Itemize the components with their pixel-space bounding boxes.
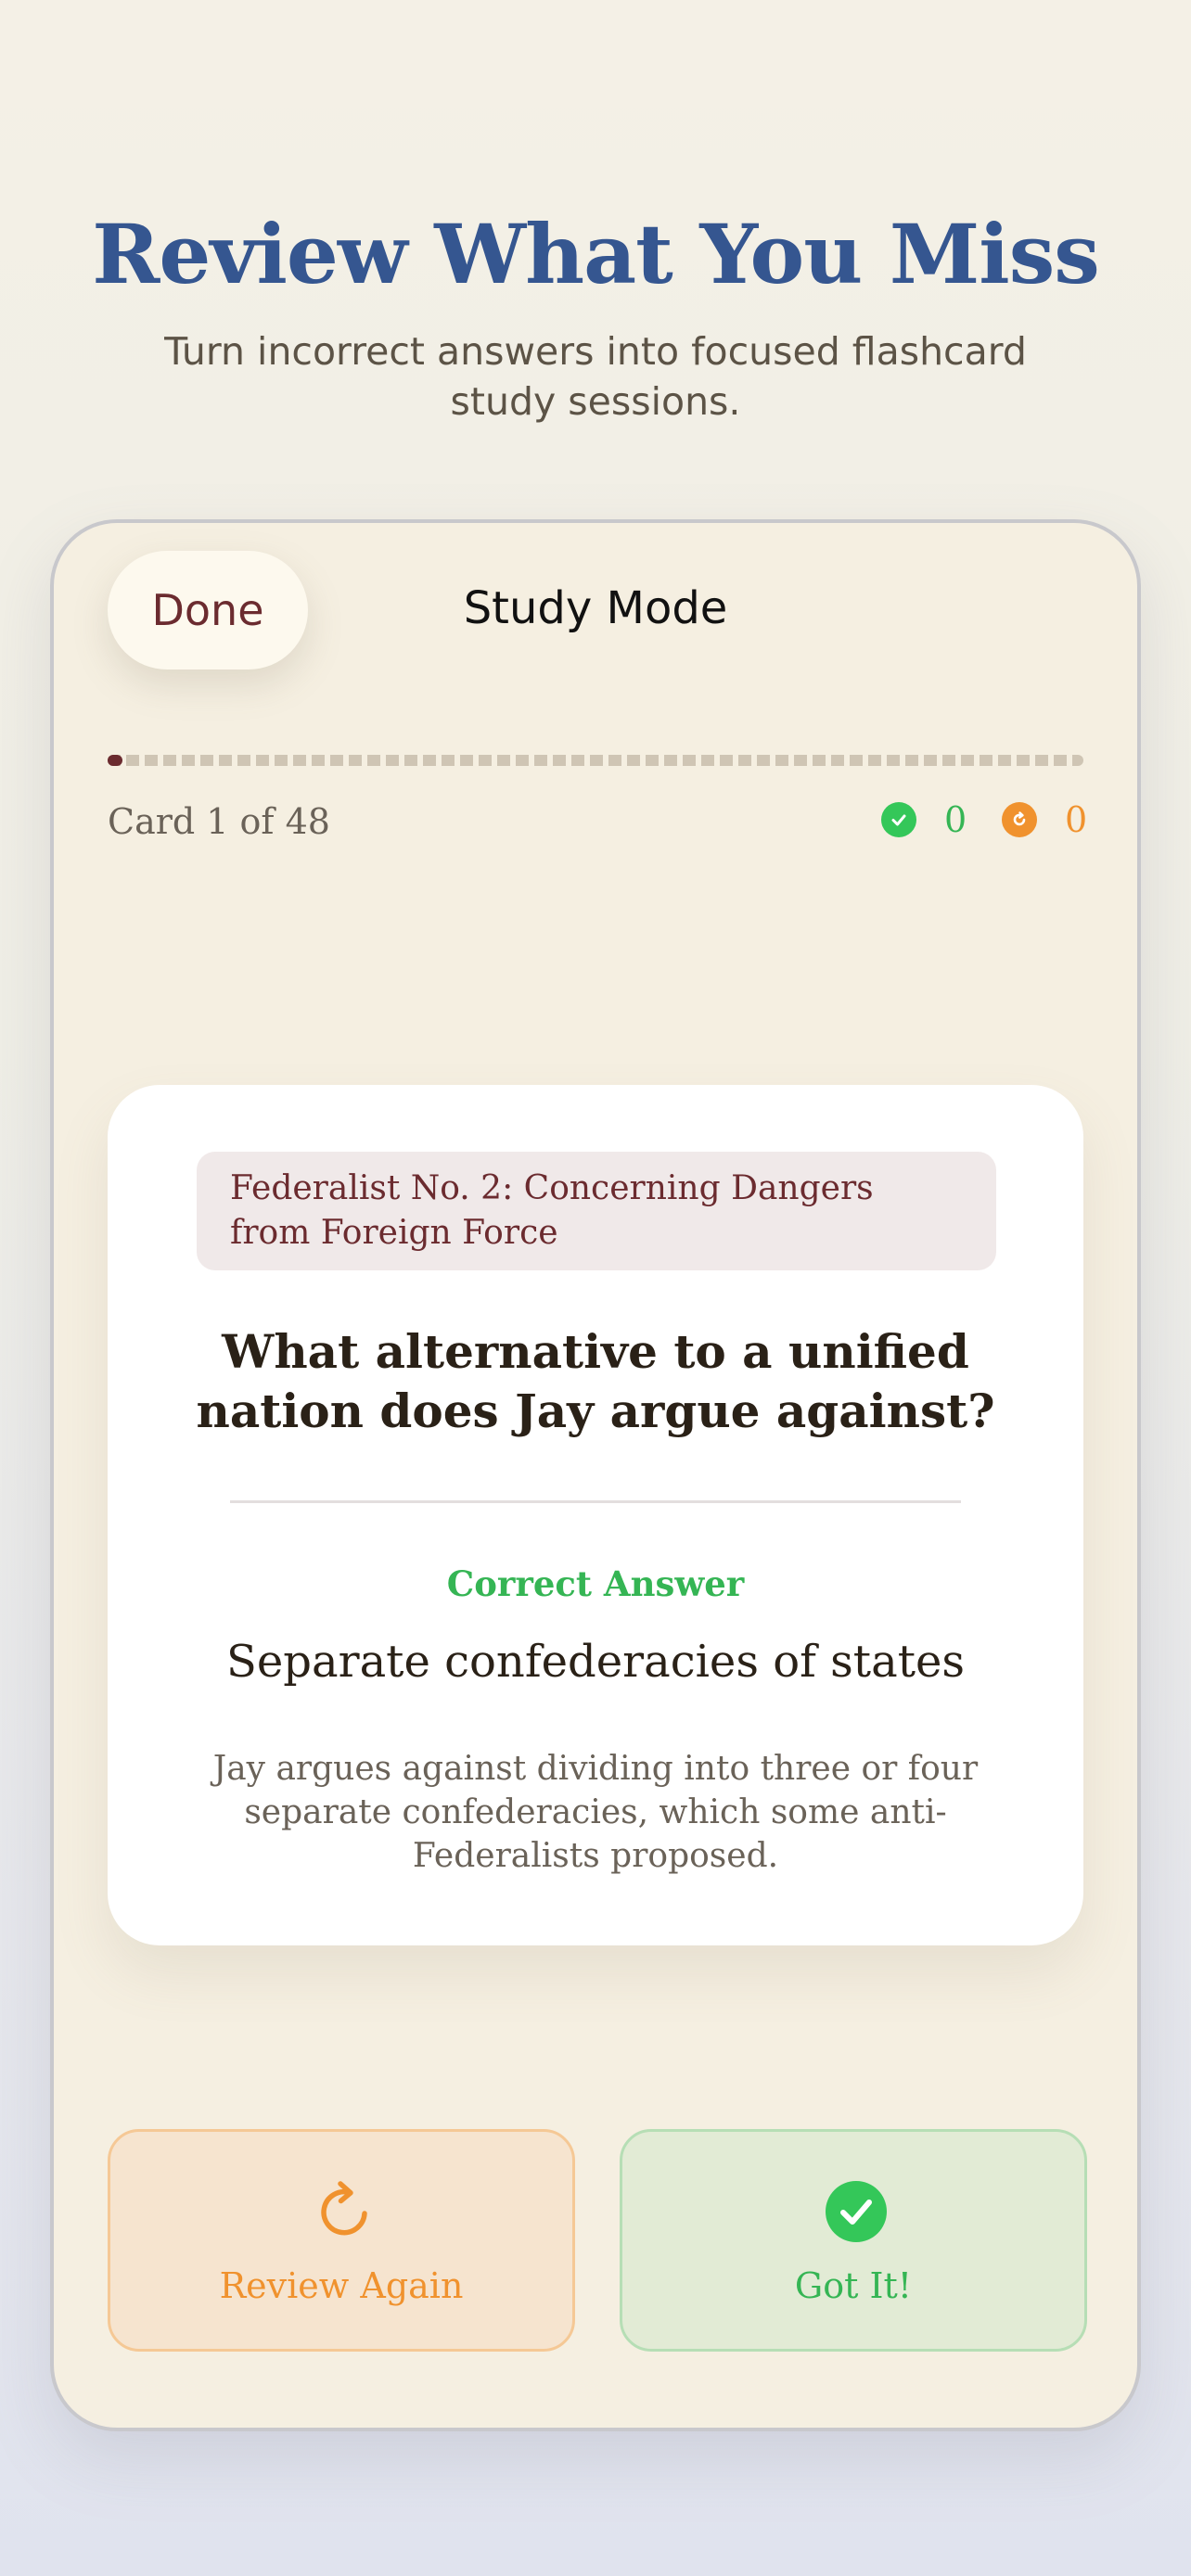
screen-title: Study Mode [463,582,728,634]
refresh-icon [1002,802,1037,837]
phone-frame: Done Study Mode Card 1 of 48 0 0 Federal… [50,519,1141,2431]
review-again-button[interactable]: Review Again [108,2129,575,2352]
explanation-text: Jay argues against dividing into three o… [212,1750,979,1875]
hero-subtitle: Turn incorrect answers into focused flas… [164,329,1027,424]
divider [230,1500,961,1503]
card-counter: Card 1 of 48 [108,801,330,842]
got-it-button[interactable]: Got It! [620,2129,1087,2352]
correct-count: 0 [944,799,967,840]
progress-bar [108,755,1083,766]
review-again-label: Review Again [219,2265,464,2306]
flashcard[interactable]: Federalist No. 2: Concerning Dangers fro… [108,1085,1083,1945]
got-it-label: Got It! [794,2265,913,2306]
checkmark-circle-icon [881,802,916,837]
answer-text: Separate confederacies of states [225,1636,966,1688]
topic-tag: Federalist No. 2: Concerning Dangers fro… [197,1152,996,1270]
refresh-icon [321,2181,367,2236]
hero-title: Review What You Miss [92,206,1100,302]
progress-bar-fill [108,755,122,766]
checkmark-circle-icon [826,2181,887,2242]
answer-label: Correct Answer [446,1563,745,1604]
review-count: 0 [1065,799,1088,840]
correct-count-stat: 0 [881,799,967,840]
question-text: What alternative to a unified nation doe… [196,1324,995,1438]
review-count-stat: 0 [1002,799,1087,840]
